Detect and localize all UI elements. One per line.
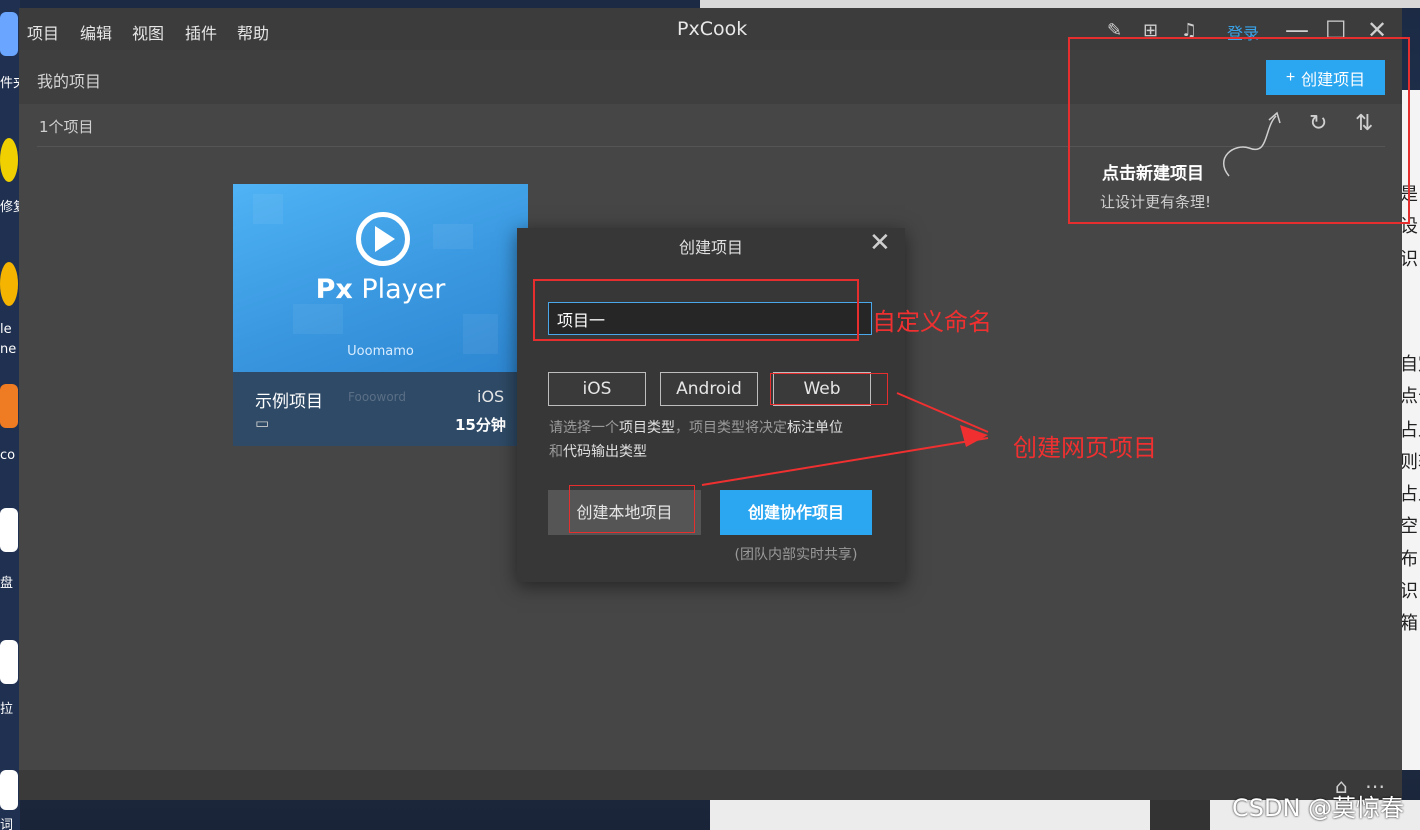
type-ios-button[interactable]: iOS	[548, 372, 646, 406]
play-triangle	[375, 226, 395, 252]
monitor-icon: ▭	[255, 414, 270, 432]
annotation-create-web: 创建网页项目	[1013, 434, 1157, 462]
project-name: 示例项目	[255, 392, 323, 412]
doc-fragment: 则软	[1400, 452, 1420, 473]
desktop-label: 词	[0, 818, 14, 830]
desktop-folder-icon[interactable]	[0, 12, 18, 56]
cover-title-bold: Px	[315, 274, 353, 305]
hint-text: 请选择一个	[549, 420, 619, 436]
project-cover[interactable]: Px Player Uoomamo	[233, 184, 528, 372]
dialog-title: 创建项目	[678, 238, 743, 257]
menu-view[interactable]: 视图	[132, 20, 164, 44]
hint-text: 和	[549, 444, 563, 460]
desktop-app-icon[interactable]	[0, 138, 18, 182]
project-count: 1个项目	[39, 118, 94, 136]
project-time: 15分钟	[455, 416, 506, 434]
doc-fragment: 自定	[1400, 354, 1420, 375]
app-title: PxCook	[677, 18, 748, 40]
desktop-app-icon[interactable]	[0, 508, 18, 552]
browser-bookmarks-strip	[700, 0, 1420, 8]
close-icon[interactable]: ✕	[869, 228, 891, 258]
doc-fragment: 点击	[1400, 386, 1420, 407]
annotation-arrow-icon	[701, 392, 989, 486]
desktop-label: co	[0, 448, 16, 463]
hint-bold: 代码输出类型	[563, 444, 647, 460]
menu-project[interactable]: 项目	[27, 20, 59, 44]
menu-help[interactable]: 帮助	[237, 20, 269, 44]
project-platform: iOS	[477, 387, 505, 406]
project-watermark: Foooword	[348, 390, 406, 404]
hint-bold: 项目类型	[619, 420, 675, 436]
annotation-box-local	[569, 485, 695, 533]
doc-fragment: 识	[1400, 581, 1418, 602]
desktop-app-icon[interactable]	[0, 384, 18, 428]
cover-title-rest: Player	[352, 274, 446, 305]
create-collab-project-button[interactable]: 创建协作项目	[720, 490, 872, 535]
desktop-label: 盘	[0, 576, 14, 591]
collab-note: (团队内部实时共享)	[734, 547, 858, 563]
project-card[interactable]: Px Player Uoomamo 示例项目 Foooword iOS ▭ 15…	[233, 184, 528, 446]
doc-fragment: 空	[1400, 516, 1418, 537]
annotation-custom-name: 自定义命名	[872, 308, 992, 336]
annotation-box-name	[533, 279, 859, 341]
doc-fragment: 占上	[1400, 420, 1420, 441]
my-projects-title: 我的项目	[37, 72, 102, 91]
cover-author: Uoomamo	[347, 344, 414, 359]
desktop-app-icon[interactable]	[0, 770, 18, 810]
desktop-chrome-icon[interactable]	[0, 262, 18, 306]
cover-pixel	[433, 224, 473, 249]
doc-fragment: 箱	[1400, 613, 1418, 634]
desktop-app-icon[interactable]	[0, 640, 18, 684]
doc-fragment: 布	[1400, 549, 1418, 570]
cover-title: Px Player	[233, 274, 528, 305]
cover-pixel	[293, 304, 343, 334]
desktop-label: le	[0, 322, 12, 337]
doc-fragment: 识	[1400, 249, 1418, 270]
desktop-label: 拉	[0, 702, 14, 717]
csdn-watermark: CSDN @莫惊春	[1232, 794, 1405, 822]
menu-edit[interactable]: 编辑	[80, 20, 112, 44]
desktop-label: ne	[0, 342, 17, 357]
cover-pixel	[253, 194, 283, 224]
menu-plugins[interactable]: 插件	[185, 20, 217, 44]
status-bar	[19, 770, 1402, 800]
annotation-box-create	[1068, 37, 1410, 224]
doc-fragment: 占上	[1400, 484, 1420, 505]
